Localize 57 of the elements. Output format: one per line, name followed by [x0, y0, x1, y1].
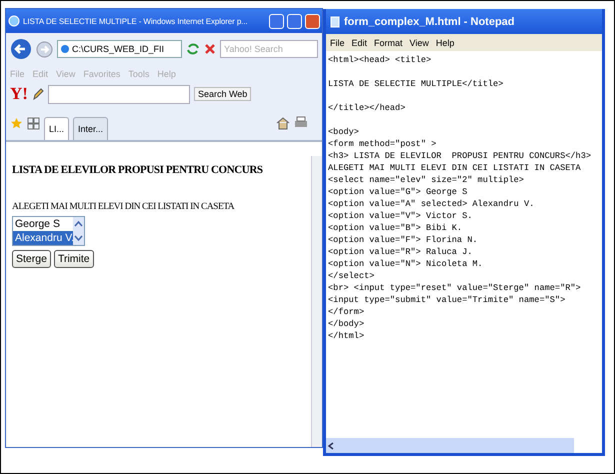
- code-line: </form>: [328, 306, 366, 318]
- refresh-icon[interactable]: [186, 42, 200, 56]
- form-button[interactable]: Trimite: [54, 250, 94, 268]
- code-line: <input type="submit" value="Trimite" name="S">: [328, 294, 566, 306]
- close-button[interactable]: [305, 14, 320, 28]
- stop-icon[interactable]: [204, 43, 216, 55]
- code-line: </body>: [328, 318, 366, 330]
- menu-item[interactable]: Edit: [352, 38, 368, 48]
- code-line: ALEGETI MAI MULTI ELEVI DIN CEI LISTATI IN CASETA: [328, 162, 582, 174]
- window-title: LISTA DE SELECTIE MULTIPLE - Windows Internet Explorer p...: [23, 16, 249, 26]
- printer-icon[interactable]: [294, 116, 308, 130]
- star-icon[interactable]: [10, 116, 23, 130]
- code-line: <option value="F"> Florina N.: [328, 234, 479, 246]
- window-title: form_complex_M.html - Notepad: [344, 16, 515, 28]
- maximize-button[interactable]: [287, 14, 302, 28]
- code-line: <option value="V"> Victor S.: [328, 210, 474, 222]
- search-web-button[interactable]: Search Web: [194, 87, 252, 101]
- code-line: LISTA DE SELECTIE MULTIPLE</title>: [328, 78, 504, 90]
- menu-item[interactable]: Format: [374, 38, 403, 48]
- code-line: <form method="post" >: [328, 138, 438, 150]
- notepad-icon: [330, 16, 340, 28]
- code-line: <br> <input type="reset" value="Sterge" name="R">: [328, 282, 582, 294]
- menu-item[interactable]: Help: [436, 38, 454, 48]
- home-icon[interactable]: [276, 116, 290, 130]
- code-line: <option value="N"> Nicoleta M.: [328, 258, 484, 270]
- list-option[interactable]: George S: [13, 217, 73, 231]
- code-line: <option value="G"> George S: [328, 186, 468, 198]
- scroll-left-icon[interactable]: [326, 440, 336, 450]
- code-line: <option value="R"> Raluca J.: [328, 246, 474, 258]
- menu-item[interactable]: File: [330, 38, 345, 48]
- page-heading: LISTA DE ELEVILOR PROPUSI PENTRU CONCURS: [12, 164, 263, 176]
- toolbar-logo[interactable]: Y!: [10, 84, 28, 104]
- prompt-text: ALEGETI MAI MULTI ELEVI DIN CEI LISTATI IN CASETA: [12, 202, 234, 212]
- back-icon[interactable]: [10, 38, 32, 60]
- code-line: <h3> LISTA DE ELEVILOR PROPUSI PENTRU CONCURS</h3>: [328, 150, 592, 162]
- address-field[interactable]: C:\CURS_WEB_ID_FII: [57, 40, 182, 58]
- code-line: <option value="A" selected> Alexandru V.: [328, 198, 536, 210]
- browser-tab[interactable]: LI...: [44, 117, 70, 140]
- minimize-button[interactable]: [269, 14, 284, 28]
- code-line: </select>: [328, 270, 376, 282]
- form-button[interactable]: Sterge: [12, 250, 51, 268]
- menu-item[interactable]: View: [410, 38, 429, 48]
- toolbar-search-field[interactable]: [48, 84, 190, 104]
- code-line: </html>: [328, 330, 366, 342]
- horizontal-scrollbar[interactable]: [326, 438, 574, 453]
- grid-icon[interactable]: [27, 116, 40, 130]
- code-line: </title></head>: [328, 102, 406, 114]
- code-line: <select name="elev" size="2" multiple>: [328, 174, 525, 186]
- code-line: <body>: [328, 126, 360, 138]
- multi-select-list[interactable]: George S Alexandru V.: [12, 216, 85, 246]
- vertical-scrollbar[interactable]: [311, 156, 322, 447]
- code-line: <option value="B"> Bibi K.: [328, 222, 464, 234]
- code-line: <html><head> <title>: [328, 54, 432, 66]
- list-option[interactable]: Alexandru V.: [13, 231, 73, 245]
- forward-icon[interactable]: [36, 40, 53, 58]
- pencil-icon[interactable]: [32, 87, 44, 101]
- browser-tab[interactable]: Inter...: [73, 117, 108, 140]
